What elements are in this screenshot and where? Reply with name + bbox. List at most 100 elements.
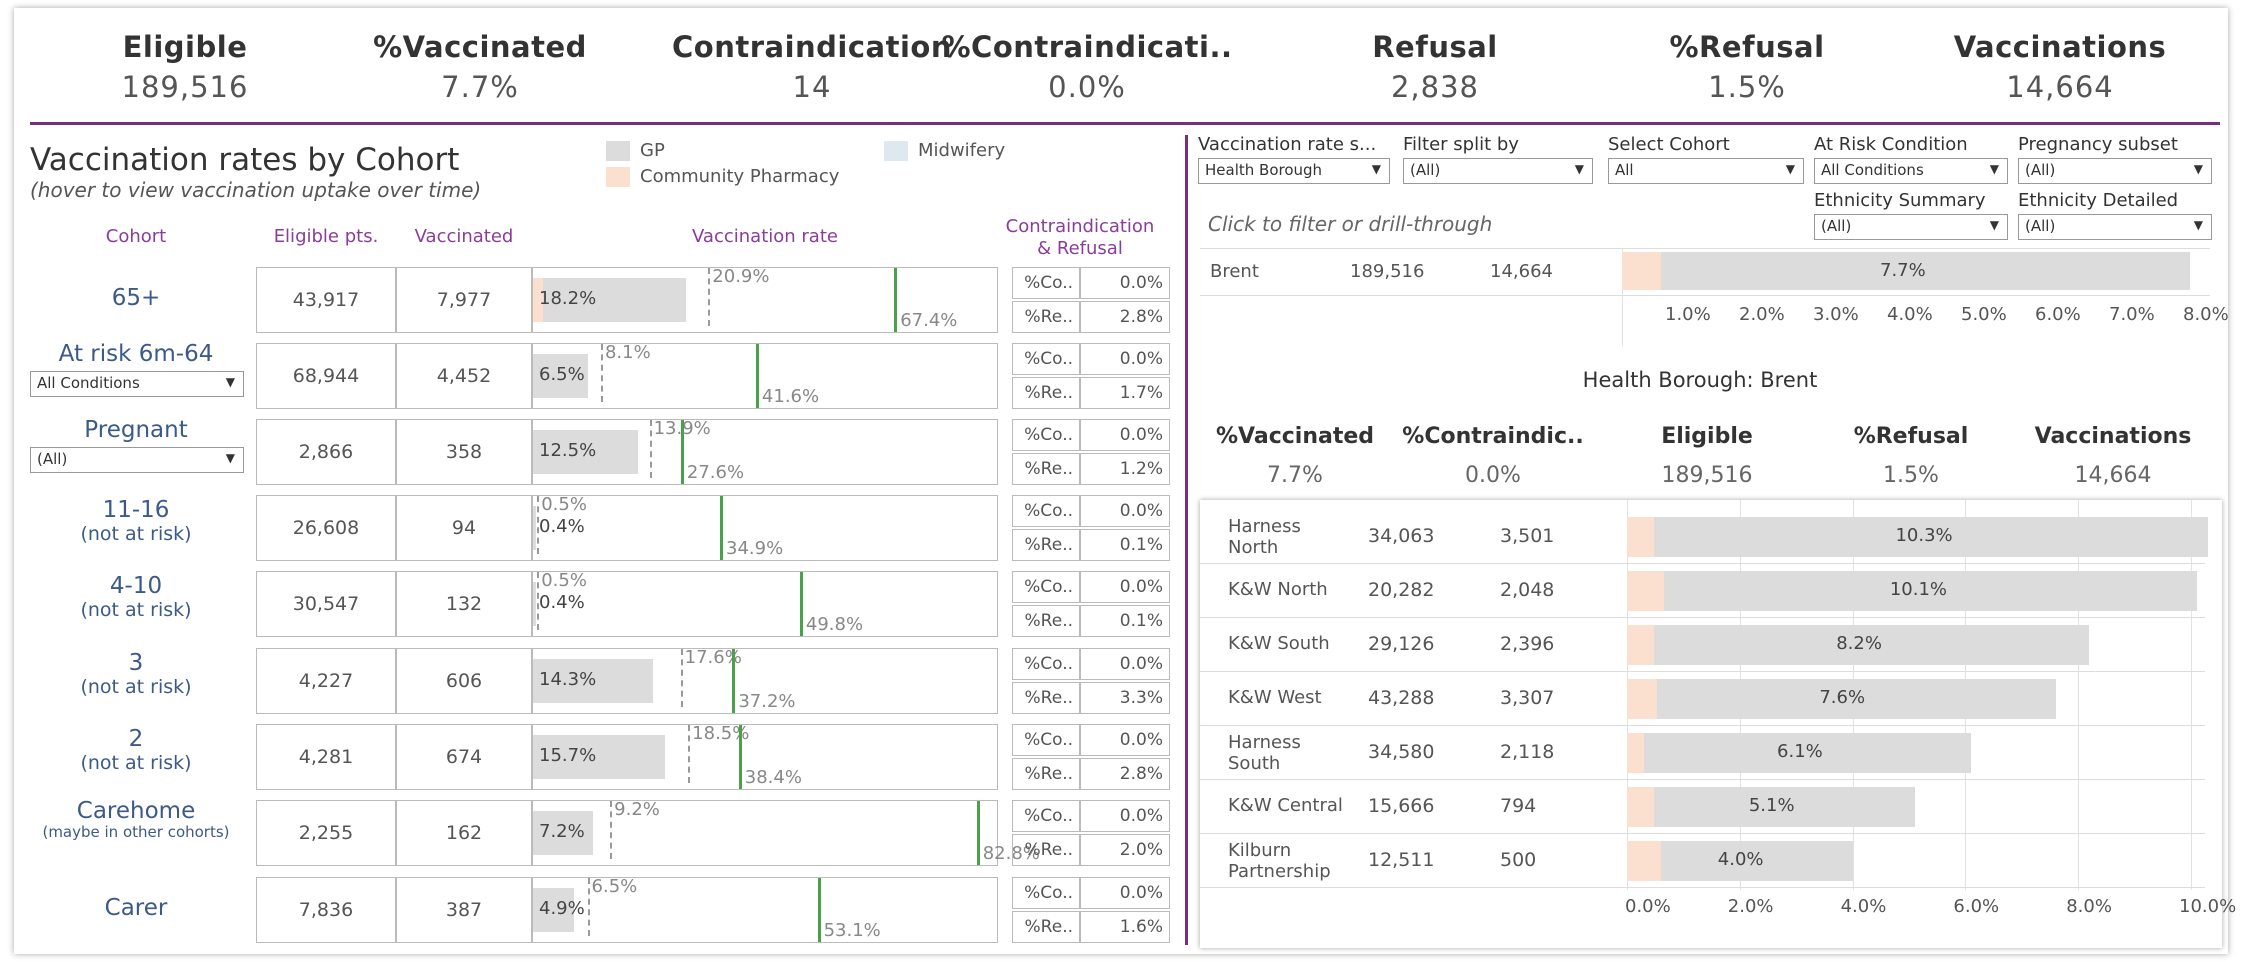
target-marker bbox=[894, 268, 898, 332]
legend-pharmacy-swatch bbox=[606, 166, 630, 187]
kpi-6: Vaccinations 14,664 bbox=[1910, 30, 2210, 104]
chevron-down-icon[interactable]: ▼ bbox=[2194, 162, 2203, 176]
legend-community-pharmacy[interactable]: Community Pharmacy bbox=[606, 166, 839, 187]
area-pharmacy-bar[interactable] bbox=[1627, 625, 1655, 665]
cohort-filter-dropdown[interactable]: All Conditions ▼ bbox=[30, 371, 244, 397]
cohort-label[interactable]: At risk 6m-64 All Conditions ▼ bbox=[30, 341, 244, 397]
gp-rate-bar[interactable] bbox=[533, 582, 537, 626]
area-rate-label: 7.6% bbox=[1819, 687, 1866, 708]
cohort-label[interactable]: Carehome (maybe in other cohorts) bbox=[30, 798, 242, 841]
area-eligible: 29,126 bbox=[1368, 633, 1435, 655]
vaccination-rate-bar[interactable]: 20.9% 18.2% 67.4% bbox=[532, 266, 998, 333]
chevron-down-icon[interactable]: ▼ bbox=[1786, 162, 1795, 176]
refusal-label: %Re.. bbox=[1012, 453, 1080, 485]
area-name: K&W North bbox=[1228, 579, 1328, 600]
contra-value: 0.0% bbox=[1080, 571, 1170, 603]
kpi-value: 14 bbox=[792, 70, 832, 104]
cohort-label[interactable]: 65+ bbox=[30, 285, 242, 311]
legend-gp[interactable]: GP bbox=[606, 140, 665, 161]
cohort-label[interactable]: 2 (not at risk) bbox=[30, 726, 242, 774]
area-row[interactable]: Harness North 34,063 3,501 10.3% bbox=[1200, 510, 2208, 564]
col-header-contra: Contraindication bbox=[1005, 216, 1155, 237]
cohort-label[interactable]: 3 (not at risk) bbox=[30, 650, 242, 698]
cohort-name: 3 bbox=[128, 650, 144, 676]
filter-select[interactable]: All ▼ bbox=[1608, 158, 1804, 184]
cohort-label[interactable]: 11-16 (not at risk) bbox=[30, 497, 242, 545]
cohort-row[interactable]: 2 (not at risk) 4,281 674 18.5% 15.7% 38.4% %Co… bbox=[30, 723, 1170, 792]
kpi-label: %Contraindicati.. bbox=[941, 30, 1233, 64]
target-marker bbox=[976, 801, 980, 865]
cohort-row[interactable]: Carehome (maybe in other cohorts) 2,255 162… bbox=[30, 798, 1170, 868]
chevron-down-icon[interactable]: ▼ bbox=[226, 375, 235, 389]
area-pharmacy-bar[interactable] bbox=[1627, 679, 1658, 719]
borough-kpi-value: 14,664 bbox=[2074, 463, 2152, 488]
cohort-row[interactable]: Pregnant(All)▼2,86635813.9%12.5%27.6%%Co… bbox=[30, 417, 1170, 487]
refusal-label: %Re.. bbox=[1012, 529, 1080, 561]
filter-select[interactable]: All Conditions ▼ bbox=[1814, 158, 2008, 184]
chevron-down-icon[interactable]: ▼ bbox=[1372, 162, 1381, 176]
filter-select[interactable]: (All) ▼ bbox=[1814, 214, 2008, 240]
filter-select[interactable]: (All) ▼ bbox=[2018, 158, 2212, 184]
kpi-value: 189,516 bbox=[121, 70, 249, 104]
chevron-down-icon[interactable]: ▼ bbox=[226, 451, 235, 465]
area-row[interactable]: K&W North 20,282 2,048 10.1% bbox=[1200, 564, 2205, 618]
vaccination-rate-bar[interactable]: 8.1% 6.5% 41.6% bbox=[532, 342, 998, 409]
target-label: 27.6% bbox=[686, 462, 745, 483]
area-row[interactable]: K&W Central 15,666 794 5.1% bbox=[1200, 780, 2205, 834]
area-row[interactable]: K&W West 43,288 3,307 7.6% bbox=[1200, 672, 2205, 726]
vaccination-rate-bar[interactable]: 13.9%12.5%27.6% bbox=[532, 418, 998, 485]
vaccination-rate-bar[interactable]: 0.5% 0.4% 49.8% bbox=[532, 570, 998, 637]
vaccination-rate-bar[interactable]: 9.2% 7.2% 82.8% bbox=[532, 799, 1040, 866]
cohort-row[interactable]: 65+ 43,917 7,977 20.9% 18.2% 67.4% %Co.. 0.0% %R… bbox=[30, 266, 1170, 335]
chevron-down-icon[interactable]: ▼ bbox=[1990, 218, 1999, 232]
area-pharmacy-bar[interactable] bbox=[1627, 571, 1665, 611]
cohort-row[interactable]: 4-10 (not at risk) 30,547 132 0.5% 0.4% 49.8%%… bbox=[30, 570, 1170, 639]
vaccination-rate-bar[interactable]: 0.5% 0.4% 34.9% bbox=[532, 494, 998, 561]
filter-select[interactable]: (All) ▼ bbox=[1403, 158, 1593, 184]
area-rate-label: 10.1% bbox=[1889, 579, 1947, 600]
cohort-subtitle: (not at risk) bbox=[80, 676, 192, 698]
area-pharmacy-bar[interactable] bbox=[1627, 733, 1644, 773]
cohort-label[interactable]: Carer bbox=[30, 895, 242, 921]
chevron-down-icon[interactable]: ▼ bbox=[2194, 218, 2203, 232]
borough-kpi-4: Vaccinations 14,664 bbox=[2018, 424, 2208, 488]
vaccination-rate-bar[interactable]: 17.6% 14.3% 37.2% bbox=[532, 647, 998, 714]
area-row[interactable]: K&W South 29,126 2,396 8.2% bbox=[1200, 618, 2205, 672]
rate-label: 12.5% bbox=[539, 440, 597, 461]
area-pharmacy-bar[interactable] bbox=[1627, 787, 1655, 827]
legend-midwifery-label: Midwifery bbox=[918, 140, 1006, 161]
filter-select[interactable]: Health Borough ▼ bbox=[1198, 158, 1390, 184]
cohort-row[interactable]: 11-16 (not at risk) 26,608 94 0.5% 0.4% 34.9%%… bbox=[30, 494, 1170, 563]
chevron-down-icon[interactable]: ▼ bbox=[1990, 162, 1999, 176]
contra-refusal-cells: %Co.. 0.0% %Re.. 2.0% bbox=[1012, 800, 1170, 866]
legend-pharmacy-label: Community Pharmacy bbox=[640, 166, 840, 187]
cohort-filter-dropdown[interactable]: (All) ▼ bbox=[30, 447, 244, 473]
area-pharmacy-bar[interactable] bbox=[1627, 841, 1661, 881]
cohort-row[interactable]: 3 (not at risk) 4,227 606 17.6% 14.3% 37.2% %Co… bbox=[30, 647, 1170, 716]
vaccination-rate-bar[interactable]: 6.5% 4.9% 53.1% bbox=[532, 876, 998, 943]
refusal-label: %Re.. bbox=[1012, 377, 1080, 409]
filter-label: Filter split by bbox=[1403, 134, 1519, 155]
kpi-2: Contraindication 14 bbox=[662, 30, 962, 104]
vaccinated-cell: 387 bbox=[396, 877, 532, 943]
gp-rate-bar[interactable] bbox=[533, 506, 537, 550]
kpi-value: 14,664 bbox=[2006, 70, 2114, 104]
area-row[interactable]: Harness South 34,580 2,118 6.1% bbox=[1200, 726, 2205, 780]
cohort-row[interactable]: Carer 7,836 387 6.5% 4.9% 53.1% %Co.. 0.0% %Re..… bbox=[30, 876, 1170, 945]
refusal-value: 2.0% bbox=[1080, 834, 1170, 866]
brent-pharmacy-bar[interactable] bbox=[1622, 252, 1662, 290]
cohort-label[interactable]: 4-10 (not at risk) bbox=[30, 573, 242, 621]
brent-axis-tick: 2.0% bbox=[1739, 304, 1785, 325]
vaccination-rate-bar[interactable]: 18.5% 15.7% 38.4% bbox=[532, 723, 998, 790]
chevron-down-icon[interactable]: ▼ bbox=[1575, 162, 1584, 176]
area-row[interactable]: Kilburn Partnership 12,511 500 4.0% bbox=[1200, 834, 2205, 888]
legend-midwifery[interactable]: Midwifery bbox=[884, 140, 1005, 161]
cohort-row[interactable]: At risk 6m-64 All Conditions ▼ 68,944 4,452 8… bbox=[30, 341, 1170, 411]
area-rate-label: 8.2% bbox=[1836, 633, 1882, 654]
cohort-label[interactable]: Pregnant (All) ▼ bbox=[30, 417, 244, 473]
filter-select[interactable]: (All) ▼ bbox=[2018, 214, 2212, 240]
contra-refusal-cells: %Co.. 0.0% %Re.. 1.7% bbox=[1012, 343, 1170, 409]
eligible-cell: 43,917 bbox=[256, 267, 396, 333]
area-pharmacy-bar[interactable] bbox=[1627, 517, 1655, 557]
filter-label: Ethnicity Summary bbox=[1814, 190, 1986, 211]
